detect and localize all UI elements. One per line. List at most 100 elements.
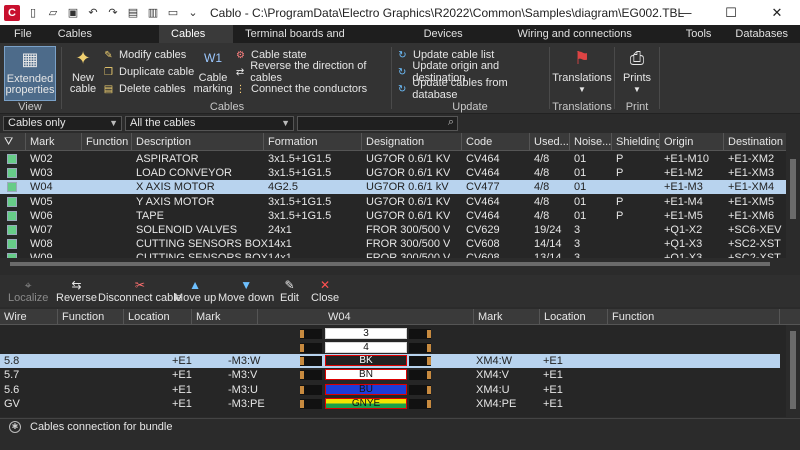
modify-cables-button[interactable]: ✎ Modify cables (102, 47, 186, 63)
reverse-direction-button[interactable]: ⇄ Reverse the direction of cables (234, 60, 392, 84)
new-document-icon[interactable]: ▯ (26, 6, 40, 20)
new-cable-button[interactable]: ✦ New cable (66, 46, 100, 95)
filter-column-icon[interactable]: ⛛ (0, 133, 26, 151)
close-window-button[interactable]: ✕ (754, 0, 800, 25)
save-icon[interactable]: ▣ (66, 6, 80, 20)
cables-horizontal-scrollbar[interactable] (0, 258, 786, 270)
duplicate-cable-button[interactable]: ❐ Duplicate cable (102, 64, 194, 80)
delete-cables-button[interactable]: ▤ Delete cables (102, 81, 186, 97)
col-destination[interactable]: Destination (724, 133, 786, 151)
cable-scope-filter[interactable]: All the cables ▼ (125, 116, 294, 131)
cell-mark: W03 (30, 167, 53, 180)
menu-databases[interactable]: Databases (723, 25, 800, 43)
table-row[interactable]: W08 CUTTING SENSORS BOX 14x1 FROR 300/500 V… (0, 237, 786, 251)
col-origin[interactable]: Origin (660, 133, 724, 151)
cell-origin: +E1-M10 (664, 153, 709, 165)
cell-destination: +E1-XM4 (728, 181, 775, 194)
open-folder-icon[interactable]: ▱ (46, 6, 60, 20)
move-up-button[interactable]: ▲ Move up (174, 278, 216, 304)
col-location-left[interactable]: Location (124, 309, 192, 325)
redo-icon[interactable]: ↷ (106, 6, 120, 20)
col-used[interactable]: Used... (530, 133, 570, 151)
customize-toolbar-icon[interactable]: ⌄ (186, 6, 200, 20)
cable-marking-button[interactable]: W1 Cable marking (193, 46, 232, 95)
cell-destination: +E1-XM5 (728, 195, 775, 208)
col-location-right[interactable]: Location (540, 309, 608, 325)
cell-mark: W02 (30, 153, 53, 165)
disconnect-cable-button[interactable]: ✂ Disconnect cable (98, 278, 182, 304)
table-row[interactable]: W05 Y AXIS MOTOR 3x1.5+1G1.5 UG7OR 0.6/1 KV… (0, 195, 786, 209)
spare-wire-row[interactable]: 3 (0, 327, 780, 341)
cell-origin: +E1-M2 (664, 167, 703, 180)
cell-description: CUTTING SENSORS BOX (132, 251, 268, 258)
table-row[interactable]: GV +E1 -M3:PE XM4:PE +E1 GNYE (0, 397, 780, 411)
edit-icon: ✎ (284, 278, 295, 292)
update-from-database-button[interactable]: ↻ Update cables from database (396, 77, 548, 101)
col-mark[interactable]: Mark (26, 133, 82, 151)
undo-icon[interactable]: ↶ (86, 6, 100, 20)
menu-terminal-boards[interactable]: Terminal boards and connectors (233, 25, 411, 58)
table-row[interactable]: W03 LOAD CONVEYOR 3x1.5+1G1.5 UG7OR 0.6/1 K… (0, 166, 786, 180)
table-row[interactable]: W09 CUTTING SENSORS BOX14x1 FROR 300/500 V… (0, 251, 786, 258)
col-cable-name[interactable]: W04 (258, 309, 474, 325)
table-row[interactable]: W06 TAPE 3x1.5+1G1.5 UG7OR 0.6/1 KV CV464 4/8… (0, 209, 786, 223)
status-text: Cables connection for bundle (30, 421, 173, 433)
menu-cables-list[interactable]: Cables list (159, 25, 234, 58)
connection-vertical-scrollbar[interactable] (786, 325, 800, 417)
cell-formation: 24x1 (268, 224, 292, 236)
extended-properties-button[interactable]: ▦ Extended properties (4, 46, 56, 101)
table-row[interactable]: 5.7 +E1 -M3:V XM4:V +E1 BN (0, 368, 780, 382)
group-label-update: Update (452, 101, 488, 113)
cable-row-icon (7, 196, 17, 207)
menu-cables-connection[interactable]: Cables connection (46, 25, 159, 58)
maximize-button[interactable]: ☐ (708, 0, 754, 25)
col-wire[interactable]: Wire (0, 309, 58, 325)
table-row[interactable]: W04 X AXIS MOTOR 4G2.5 UG7OR 0.6/1 kV CV477 4… (0, 180, 786, 195)
cables-vertical-scrollbar[interactable] (786, 151, 800, 258)
menu-wiring-labels[interactable]: Wiring and connections labels (506, 25, 674, 58)
col-code[interactable]: Code (462, 133, 530, 151)
cell-mark-left: -M3:W (228, 355, 261, 367)
search-input[interactable]: ⌕ (297, 116, 458, 131)
cable-type-filter[interactable]: Cables only ▼ (3, 116, 122, 131)
cell-mark: W06 (30, 209, 53, 222)
col-formation[interactable]: Formation (264, 133, 362, 151)
disconnect-icon: ✂ (134, 278, 145, 292)
cell-description: SOLENOID VALVES (136, 224, 238, 236)
col-description[interactable]: Description (132, 133, 264, 151)
translations-button[interactable]: ⚑ Translations ▼ (552, 46, 612, 95)
cell-origin: +E1-M3 (664, 181, 703, 194)
cell-mark: W07 (30, 224, 53, 236)
col-function-right[interactable]: Function (608, 309, 780, 325)
menu-devices-labels[interactable]: Devices labels (412, 25, 506, 58)
localize-button[interactable]: ⌖ Localize (8, 278, 48, 304)
split-view-icon[interactable]: ▥ (146, 6, 160, 20)
cell-shielding: P (616, 209, 624, 222)
layout-icon[interactable]: ▤ (126, 6, 140, 20)
col-mark-right[interactable]: Mark (474, 309, 540, 325)
table-row[interactable]: W07 SOLENOID VALVES 24x1 FROR 300/500 V CV62… (0, 223, 786, 237)
prints-button[interactable]: ⎙ Prints ▼ (619, 46, 655, 95)
col-function-left[interactable]: Function (58, 309, 124, 325)
cell-mark-left: -M3:V (228, 369, 258, 382)
col-designation[interactable]: Designation (362, 133, 462, 151)
minimize-button[interactable]: — (662, 0, 708, 25)
table-row[interactable]: W02 ASPIRATOR 3x1.5+1G1.5 UG7OR 0.6/1 KV CV4… (0, 152, 786, 166)
spare-wire-row[interactable]: 4 (0, 341, 780, 355)
connect-conductors-button[interactable]: ⋮ Connect the conductors (234, 81, 368, 97)
col-noise[interactable]: Noise... (570, 133, 612, 151)
menu-tools[interactable]: Tools (674, 25, 724, 43)
window-icon[interactable]: ▭ (166, 6, 180, 20)
reverse-button[interactable]: ⇆ Reverse (56, 278, 97, 304)
table-row[interactable]: 5.8 +E1 -M3:W XM4:W +E1 BK (0, 354, 780, 368)
table-row[interactable]: 5.6 +E1 -M3:U XM4:U +E1 BU (0, 383, 780, 397)
menu-file[interactable]: File (0, 25, 46, 43)
close-button[interactable]: ✕ Close (311, 278, 339, 304)
col-shielding[interactable]: Shielding (612, 133, 660, 151)
col-mark-left[interactable]: Mark (192, 309, 258, 325)
move-down-button[interactable]: ▼ Move down (218, 278, 274, 304)
cell-noise: 3 (570, 251, 580, 258)
edit-button[interactable]: ✎ Edit (280, 278, 299, 304)
cell-mark: W09 (26, 251, 53, 258)
col-function[interactable]: Function (82, 133, 132, 151)
